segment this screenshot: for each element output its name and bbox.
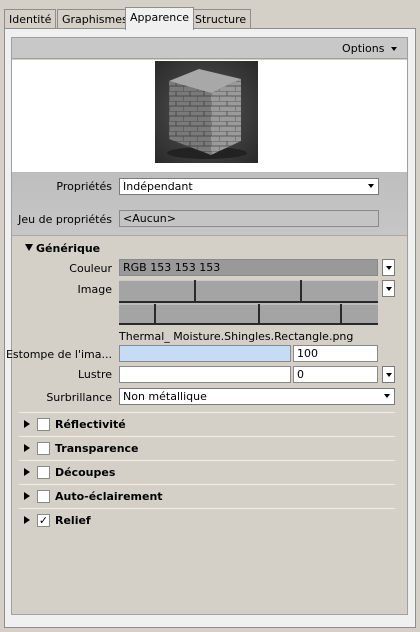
relief-section-title[interactable]: Relief [55, 514, 91, 527]
image-blur-slider[interactable] [119, 345, 291, 362]
property-set-label: Jeu de propriétés [18, 213, 112, 226]
expand-right-icon[interactable] [24, 468, 30, 476]
transparency-checkbox[interactable] [37, 442, 50, 455]
self-illumination-section-title[interactable]: Auto-éclairement [55, 490, 163, 503]
tab-bar: Identité Graphismes Apparence Structure [4, 7, 416, 30]
divider [19, 460, 395, 461]
gloss-label: Lustre [78, 368, 112, 381]
image-dropdown-button[interactable] [382, 280, 395, 297]
options-bar: Options [12, 38, 407, 59]
options-menu-button[interactable]: Options [342, 42, 397, 55]
image-filename: Thermal_ Moisture.Shingles.Rectangle.png [119, 330, 354, 343]
tab-structure[interactable]: Structure [190, 9, 252, 29]
highlight-label: Surbrillance [46, 391, 112, 404]
expand-right-icon[interactable] [24, 516, 30, 524]
highlight-select-value: Non métallique [123, 390, 207, 403]
image-label: Image [77, 283, 112, 296]
expand-down-icon[interactable] [25, 244, 33, 251]
image-blur-label: Estompe de l'ima... [5, 348, 112, 361]
properties-select[interactable]: Indépendant [119, 178, 379, 195]
image-texture-preview[interactable] [119, 280, 378, 325]
expand-right-icon[interactable] [24, 492, 30, 500]
options-label: Options [342, 42, 385, 55]
expand-right-icon[interactable] [24, 420, 30, 428]
reflectivity-section-title[interactable]: Réflectivité [55, 418, 126, 431]
gloss-value[interactable]: 0 [293, 366, 378, 383]
divider [19, 508, 395, 509]
cutouts-checkbox[interactable] [37, 466, 50, 479]
chevron-down-icon [384, 394, 390, 398]
transparency-section-title[interactable]: Transparence [55, 442, 139, 455]
properties-label: Propriétés [56, 180, 112, 193]
gloss-dropdown-button[interactable] [382, 366, 395, 383]
tab-graphismes[interactable]: Graphismes [57, 9, 133, 29]
material-preview-image [155, 61, 258, 163]
chevron-down-icon [368, 184, 374, 188]
divider [19, 412, 395, 413]
chevron-down-icon [391, 47, 397, 51]
property-set-field: <Aucun> [119, 210, 379, 227]
properties-select-value: Indépendant [123, 180, 193, 193]
tab-label: Graphismes [62, 13, 128, 26]
gloss-slider[interactable] [119, 366, 291, 383]
relief-checkbox[interactable]: ✓ [37, 514, 50, 527]
checkmark-icon: ✓ [38, 514, 49, 527]
generic-section-title[interactable]: Générique [36, 242, 100, 255]
divider [19, 436, 395, 437]
tab-label: Identité [9, 13, 52, 26]
tab-apparence[interactable]: Apparence [125, 7, 195, 30]
tab-label: Apparence [130, 11, 190, 24]
tab-identite[interactable]: Identité [4, 9, 57, 29]
chevron-down-icon [386, 266, 392, 270]
highlight-select[interactable]: Non métallique [119, 388, 395, 405]
color-value: RGB 153 153 153 [123, 261, 221, 274]
self-illumination-checkbox[interactable] [37, 490, 50, 503]
chevron-down-icon [386, 373, 392, 377]
tab-label: Structure [195, 13, 247, 26]
image-blur-value[interactable]: 100 [293, 345, 378, 362]
chevron-down-icon [386, 287, 392, 291]
expand-right-icon[interactable] [24, 444, 30, 452]
reflectivity-checkbox[interactable] [37, 418, 50, 431]
color-dropdown-button[interactable] [382, 259, 395, 276]
divider [19, 484, 395, 485]
color-swatch[interactable]: RGB 153 153 153 [119, 259, 378, 276]
color-label: Couleur [69, 262, 112, 275]
cutouts-section-title[interactable]: Découpes [55, 466, 115, 479]
